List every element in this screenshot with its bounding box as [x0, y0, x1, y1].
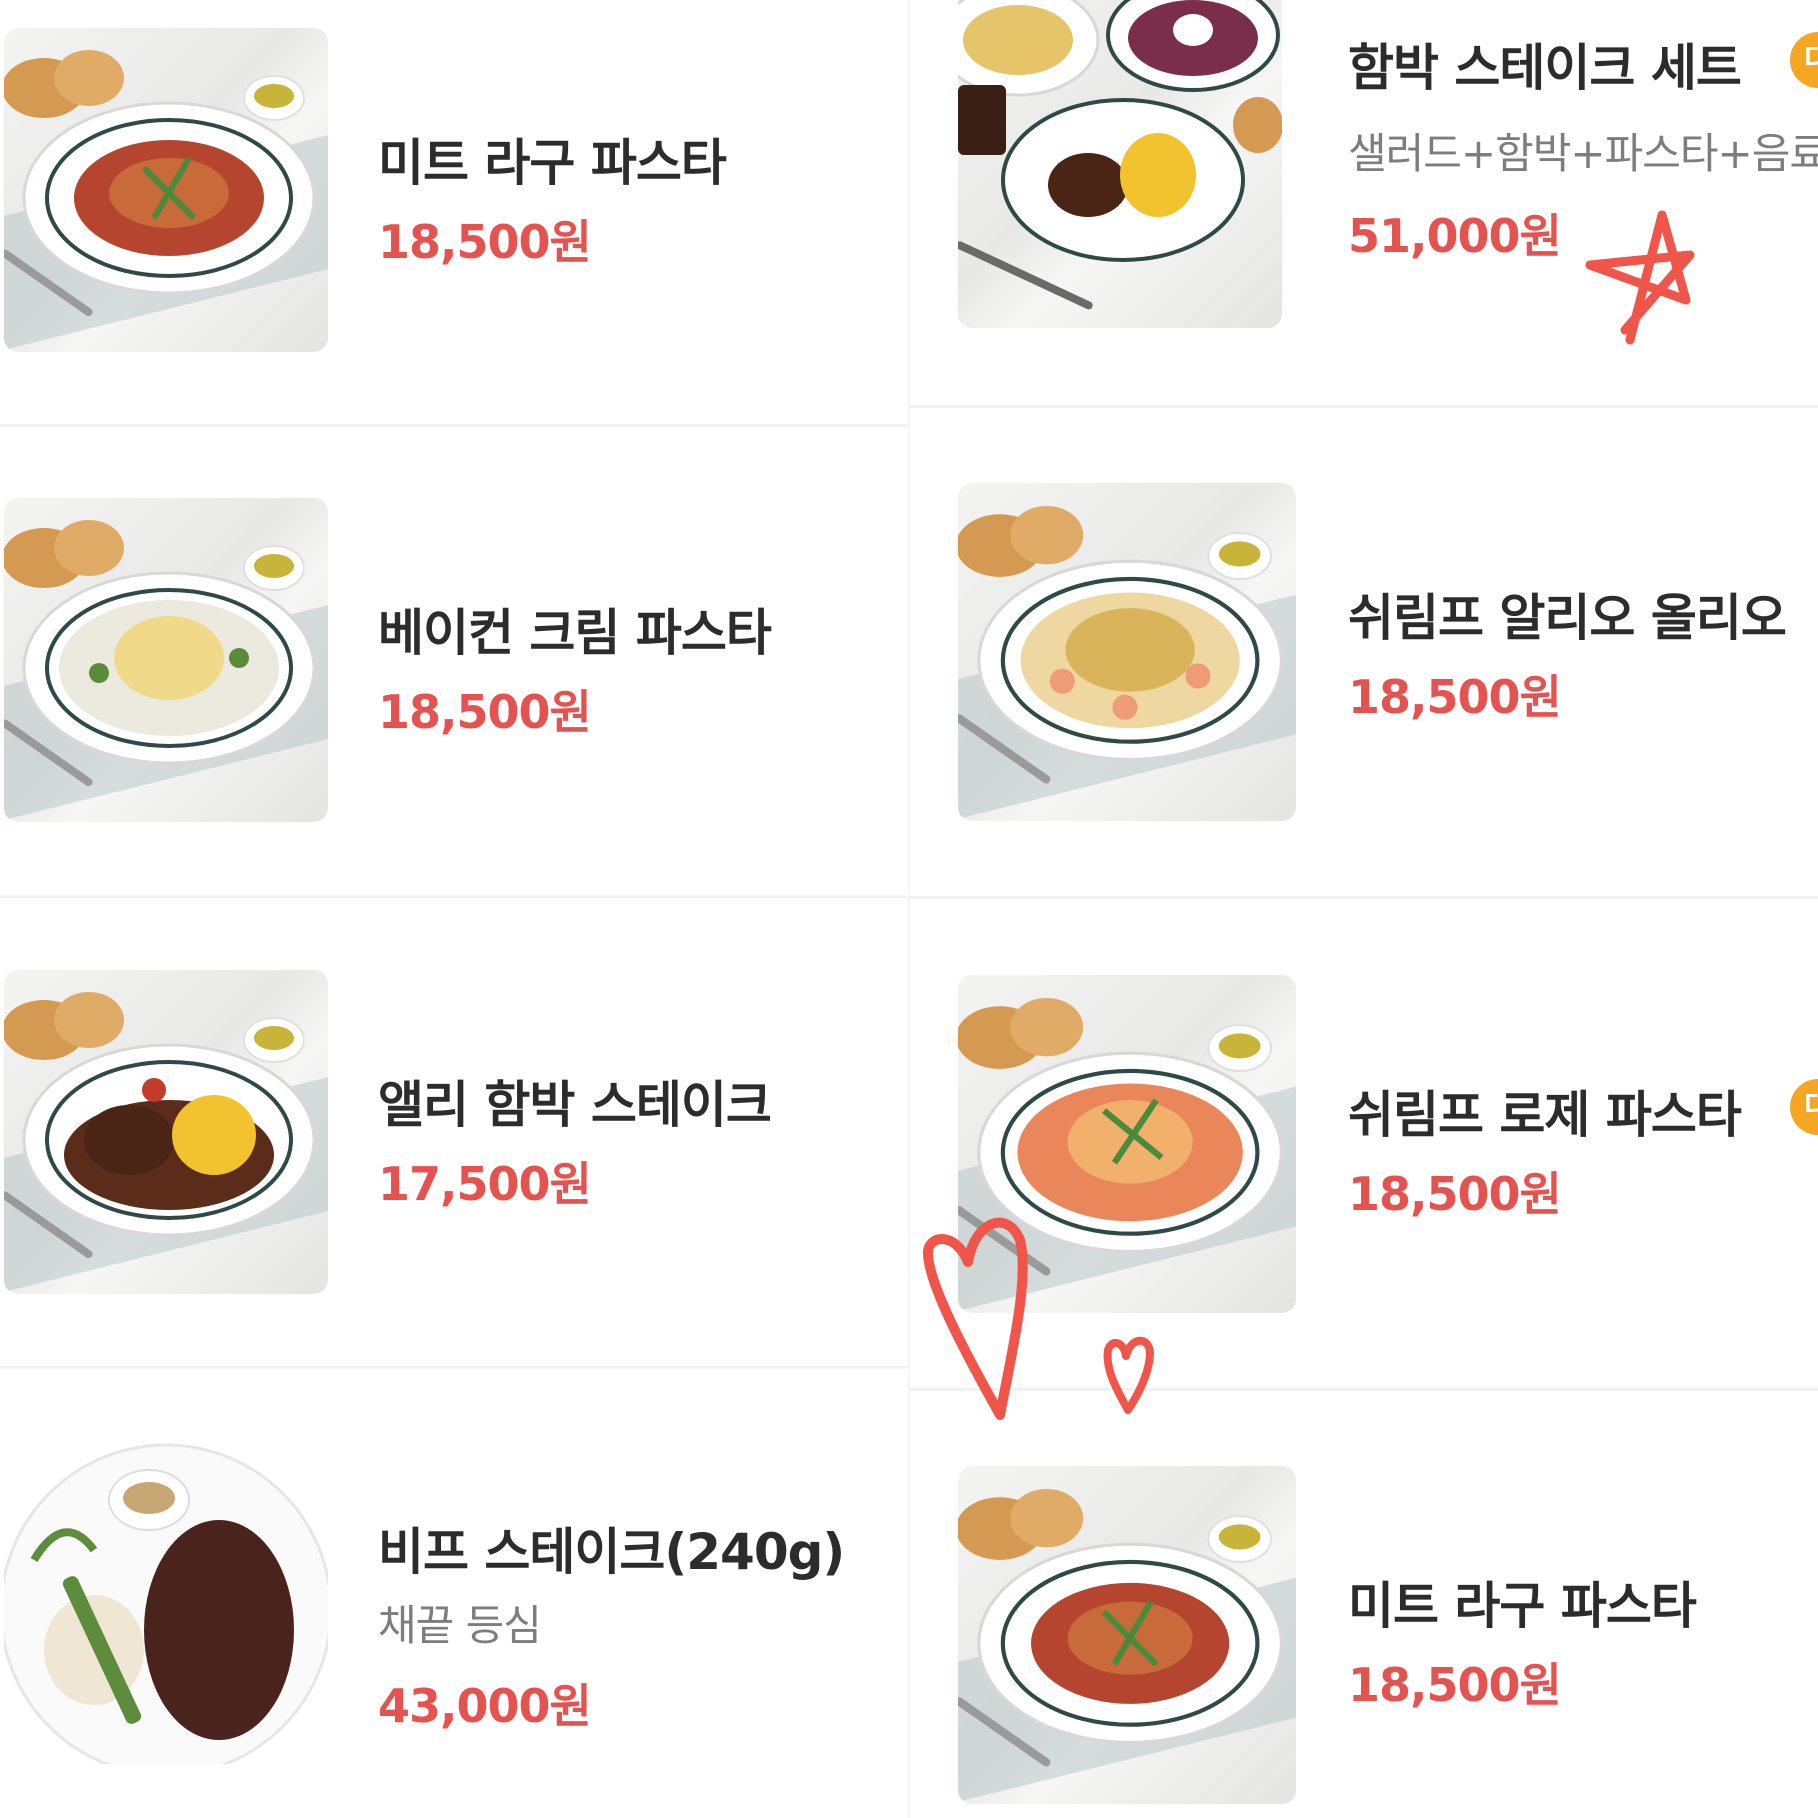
menu-item[interactable]: 베이컨 크림 파스타 18,500원: [0, 498, 908, 878]
menu-item[interactable]: 미트 라구 파스타 18,500원: [910, 1466, 1818, 1818]
menu-item-name: 쉬림프 알리오 올리오: [1348, 589, 1787, 647]
menu-item-name: 쉬림프 로제 파스타: [1348, 1086, 1742, 1144]
menu-item-price: 17,500원: [378, 1157, 592, 1211]
food-image: [4, 498, 328, 822]
food-image: [4, 1440, 328, 1764]
menu-item[interactable]: 함박 스테이크 세트 대 샐러드+함박+파스타+음료 51,000원: [910, 0, 1818, 340]
divider: [0, 1366, 908, 1369]
menu-item-name: 미트 라구 파스타: [1348, 1577, 1697, 1635]
food-image: [4, 28, 328, 352]
menu-item-description: 샐러드+함박+파스타+음료: [1348, 129, 1818, 178]
left-menu-column: 미트 라구 파스타 18,500원 베이컨 크림 파스타 18,500원 앨리 …: [0, 0, 908, 1818]
menu-item-name: 앨리 함박 스테이크: [378, 1076, 772, 1134]
menu-item-price: 18,500원: [1348, 1658, 1562, 1712]
menu-item-name: 베이컨 크림 파스타: [378, 604, 772, 662]
divider: [910, 405, 1818, 408]
menu-item-description: 채끝 등심: [378, 1601, 542, 1650]
menu-item[interactable]: 쉬림프 알리오 올리오 18,500원: [910, 483, 1818, 863]
popular-badge: 대: [1790, 1079, 1818, 1135]
menu-item[interactable]: 미트 라구 파스타 18,500원: [0, 28, 908, 408]
food-image: [4, 970, 328, 1294]
divider: [910, 1388, 1818, 1391]
divider: [0, 424, 908, 427]
menu-item-price: 43,000원: [378, 1679, 592, 1733]
food-image: [958, 0, 1282, 328]
popular-badge: 대: [1790, 32, 1818, 88]
menu-item-name: 미트 라구 파스타: [378, 134, 727, 192]
menu-item[interactable]: 비프 스테이크(240g) 채끝 등심 43,000원: [0, 1440, 908, 1818]
menu-item-price: 18,500원: [378, 215, 592, 269]
menu-item-price: 18,500원: [378, 685, 592, 739]
menu-item[interactable]: 쉬림프 로제 파스타 대 18,500원: [910, 975, 1818, 1355]
divider: [0, 895, 908, 898]
menu-item[interactable]: 앨리 함박 스테이크 17,500원: [0, 970, 908, 1350]
food-image: [958, 975, 1296, 1313]
menu-item-price: 51,000원: [1348, 209, 1562, 263]
right-menu-column: 함박 스테이크 세트 대 샐러드+함박+파스타+음료 51,000원 쉬림프 알…: [910, 0, 1818, 1818]
divider: [910, 896, 1818, 899]
menu-item-name: 비프 스테이크(240g): [378, 1523, 845, 1581]
menu-item-price: 18,500원: [1348, 1167, 1562, 1221]
food-image: [958, 483, 1296, 821]
food-image: [958, 1466, 1296, 1804]
menu-item-price: 18,500원: [1348, 670, 1562, 724]
menu-item-name: 함박 스테이크 세트: [1348, 39, 1742, 97]
